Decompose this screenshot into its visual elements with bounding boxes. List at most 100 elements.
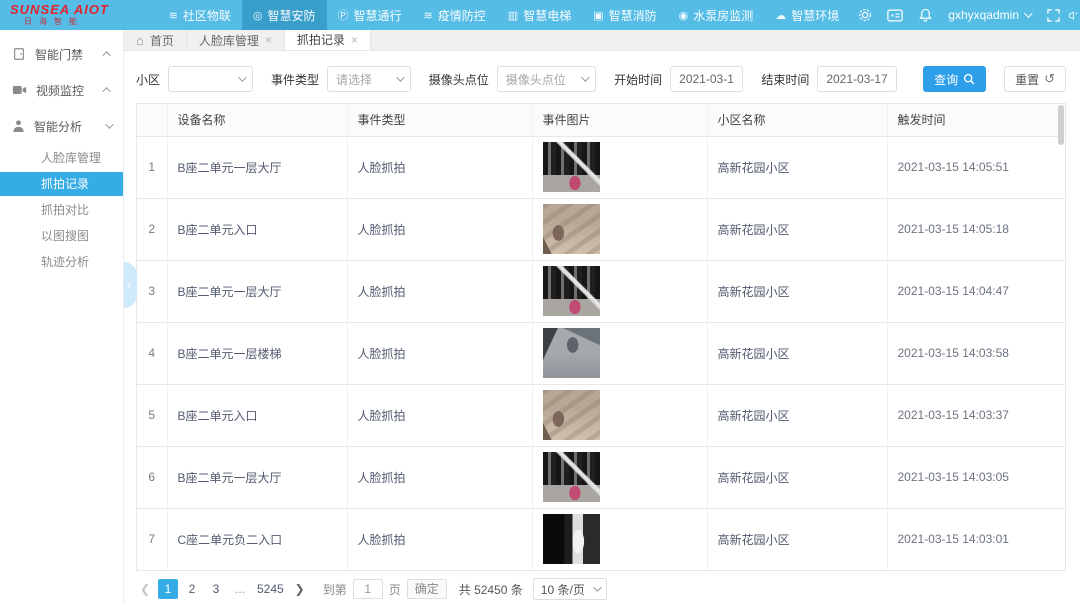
event-image-thumbnail[interactable] — [543, 266, 600, 316]
chevron-up-icon — [102, 87, 110, 95]
query-button[interactable]: 查询 — [923, 66, 986, 92]
goto-page-input[interactable] — [353, 579, 383, 599]
access-icon: Ⓟ — [338, 7, 349, 23]
trigger-time-cell: 2021-03-15 14:03:01 — [887, 508, 1065, 570]
sidebar-item[interactable]: 轨迹分析 — [0, 250, 123, 274]
sidebar-item[interactable]: 人脸库管理 — [0, 146, 123, 170]
page-list: 123...5245 — [158, 579, 287, 599]
topnav-item[interactable]: ☁智慧环境 — [764, 0, 850, 30]
camera-select[interactable]: 摄像头点位 — [497, 66, 596, 92]
chevron-up-icon — [102, 51, 110, 59]
trigger-time-cell: 2021-03-15 14:03:37 — [887, 384, 1065, 446]
device-name-cell: C座二单元负二入口 — [167, 508, 347, 570]
start-time-input[interactable] — [679, 72, 734, 86]
prev-page-icon[interactable]: ❮ — [136, 582, 154, 596]
tab-bar: ⌂首页人脸库管理×抓拍记录× — [124, 30, 1080, 51]
sidebar-collapse-handle[interactable] — [124, 262, 137, 308]
row-index: 6 — [137, 446, 167, 508]
chevron-left-icon — [127, 281, 134, 288]
user-menu[interactable]: gxhyxqadmin — [940, 8, 1038, 22]
chevron-down-icon — [105, 120, 113, 128]
page-button[interactable]: 3 — [206, 579, 226, 599]
brand-logo-text: SUNSEA AIOT — [10, 3, 128, 17]
row-index: 1 — [137, 136, 167, 198]
next-page-icon[interactable]: ❯ — [291, 582, 309, 596]
video-camera-icon — [12, 84, 27, 96]
topnav-item[interactable]: Ⓟ智慧通行 — [327, 0, 413, 30]
notification-bell-icon[interactable] — [910, 0, 940, 30]
community-name-cell: 高新花园小区 — [707, 136, 887, 198]
fullscreen-icon[interactable] — [1038, 0, 1068, 30]
event-type-cell: 人脸抓拍 — [347, 198, 532, 260]
topnav-item[interactable]: ≋社区物联 — [158, 0, 242, 30]
sidebar-item[interactable]: 抓拍记录 — [0, 172, 123, 196]
goto-confirm-button[interactable]: 确定 — [407, 579, 447, 599]
sidebar: 智能门禁 视频监控 智能分析 人脸库管理抓拍记录抓拍对比以图搜图轨迹分析 — [0, 30, 124, 604]
pagination-bar: ❮ 123...5245 ❯ 到第 页 确定 共 52450 条 10 条/页 — [136, 574, 1066, 604]
chevron-down-icon — [238, 73, 246, 81]
sidebar-group-video-monitor[interactable]: 视频监控 — [0, 72, 123, 108]
tab[interactable]: 人脸库管理× — [187, 30, 285, 50]
reset-button[interactable]: 重置 ↺ — [1004, 66, 1066, 92]
trigger-time-cell: 2021-03-15 14:04:47 — [887, 260, 1065, 322]
epidemic-icon: ≋ — [424, 9, 433, 22]
col-header-event-type: 事件类型 — [347, 104, 532, 136]
topnav-item-label: 智慧环境 — [791, 7, 839, 24]
event-image-thumbnail[interactable] — [543, 452, 600, 502]
sidebar-item[interactable]: 以图搜图 — [0, 224, 123, 248]
brand-logo: SUNSEA AIOT 日海智能 — [0, 3, 128, 26]
page-button[interactable]: 1 — [158, 579, 178, 599]
table-row: 3 B座二单元一层大厅 人脸抓拍 高新花园小区 2021-03-15 14:04… — [137, 260, 1065, 322]
tab-label: 首页 — [150, 32, 174, 49]
close-icon[interactable]: × — [265, 33, 272, 47]
community-name-cell: 高新花园小区 — [707, 198, 887, 260]
page-button[interactable]: 2 — [182, 579, 202, 599]
settings-gear-icon[interactable] — [850, 0, 880, 30]
scrollbar-thumb[interactable] — [1058, 105, 1064, 145]
device-name-cell: B座二单元入口 — [167, 384, 347, 446]
start-time-label: 开始时间 — [614, 71, 662, 88]
close-icon[interactable]: × — [351, 33, 358, 47]
community-name-cell: 高新花园小区 — [707, 260, 887, 322]
end-time-input[interactable] — [826, 72, 888, 86]
topnav-item[interactable]: ◉水泵房监测 — [668, 0, 765, 30]
table-row: 5 B座二单元入口 人脸抓拍 高新花园小区 2021-03-15 14:03:3… — [137, 384, 1065, 446]
event-type-cell: 人脸抓拍 — [347, 508, 532, 570]
event-type-cell: 人脸抓拍 — [347, 260, 532, 322]
event-image-thumbnail[interactable] — [543, 204, 600, 254]
row-index: 2 — [137, 198, 167, 260]
sidebar-item[interactable]: 抓拍对比 — [0, 198, 123, 222]
event-type-cell: 人脸抓拍 — [347, 446, 532, 508]
tab[interactable]: 抓拍记录× — [285, 30, 371, 50]
tab[interactable]: ⌂首页 — [124, 30, 187, 50]
announcement-icon[interactable] — [1068, 0, 1080, 30]
page-size-select[interactable]: 10 条/页 — [533, 578, 607, 600]
community-select[interactable] — [168, 66, 253, 92]
event-image-thumbnail[interactable] — [543, 328, 600, 378]
query-button-label: 查询 — [934, 71, 958, 88]
community-name-cell: 高新花园小区 — [707, 384, 887, 446]
sidebar-group-ai-analysis[interactable]: 智能分析 — [0, 108, 123, 144]
event-image-thumbnail[interactable] — [543, 390, 600, 440]
sidebar-group-door-access[interactable]: 智能门禁 — [0, 36, 123, 72]
trigger-time-cell: 2021-03-15 14:05:51 — [887, 136, 1065, 198]
records-table: 设备名称 事件类型 事件图片 小区名称 触发时间 1 B座二单元一层大厅 人脸抓… — [136, 103, 1066, 571]
row-index: 4 — [137, 322, 167, 384]
topnav-item[interactable]: ▥智慧电梯 — [497, 0, 582, 30]
row-index: 3 — [137, 260, 167, 322]
topnav-item[interactable]: ≋疫情防控 — [413, 0, 497, 30]
pump-room-icon: ◉ — [679, 9, 689, 22]
page-button[interactable]: 5245 — [254, 579, 287, 599]
topnav-item[interactable]: ▣智慧消防 — [582, 0, 667, 30]
brand-logo-subtext: 日海智能 — [10, 18, 128, 27]
event-type-select[interactable]: 请选择 — [327, 66, 411, 92]
event-type-filter-label: 事件类型 — [271, 71, 319, 88]
id-card-icon[interactable] — [880, 0, 910, 30]
table-row: 1 B座二单元一层大厅 人脸抓拍 高新花园小区 2021-03-15 14:05… — [137, 136, 1065, 198]
topnav-item[interactable]: ◎智慧安防 — [242, 0, 327, 30]
filter-bar: 小区 事件类型 请选择 摄像头点位 摄像头点位 开始时间 — [136, 59, 1066, 99]
table-header-row: 设备名称 事件类型 事件图片 小区名称 触发时间 — [137, 104, 1065, 136]
event-image-thumbnail[interactable] — [543, 142, 600, 192]
sidebar-group-label: 智能分析 — [34, 118, 82, 135]
event-image-thumbnail[interactable] — [543, 514, 600, 564]
